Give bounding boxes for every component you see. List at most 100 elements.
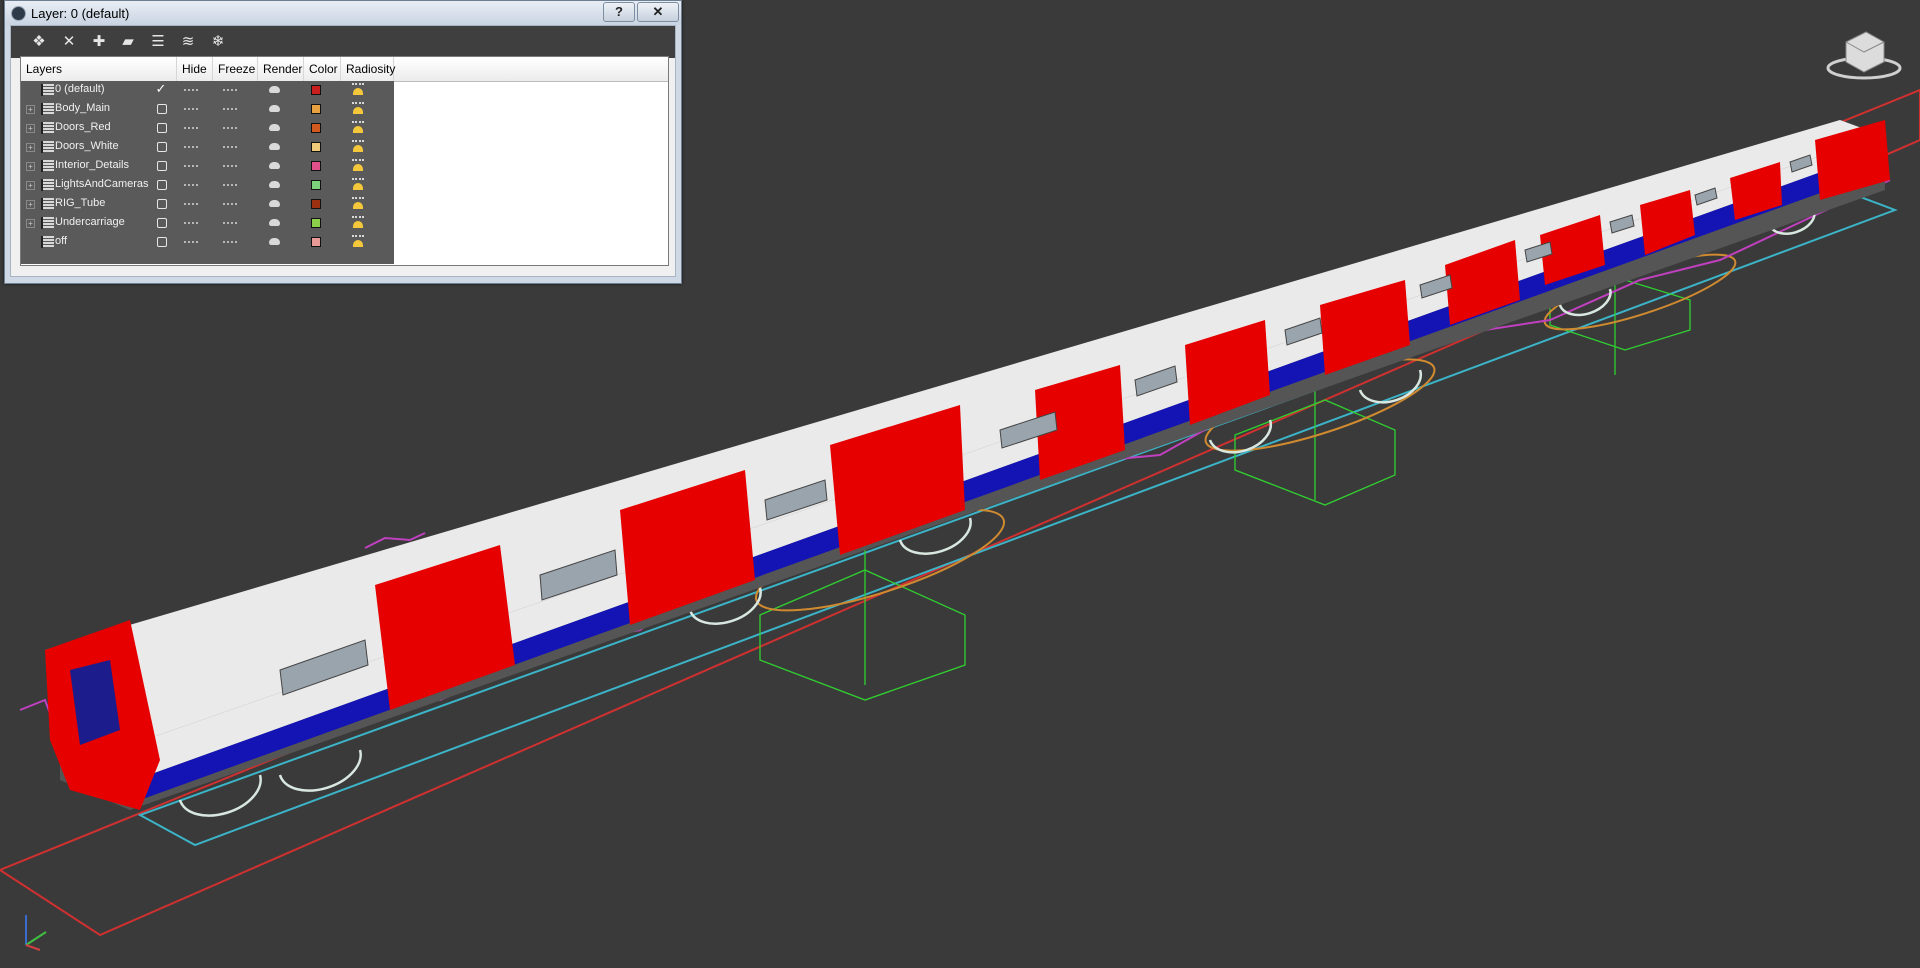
layer-row[interactable]: + RIG_Tube (21, 195, 394, 214)
render-teapot-icon[interactable] (269, 105, 280, 112)
layer-name[interactable]: RIG_Tube (55, 197, 105, 209)
hide-toggle[interactable] (184, 241, 198, 243)
render-teapot-icon[interactable] (269, 143, 280, 150)
app-icon (11, 6, 26, 21)
render-teapot-icon[interactable] (269, 238, 280, 245)
current-layer-check-icon[interactable]: ✓ (154, 82, 168, 96)
color-swatch[interactable] (311, 161, 321, 171)
freeze-toggle[interactable] (223, 203, 237, 205)
hide-toggle[interactable] (184, 165, 198, 167)
color-swatch[interactable] (311, 104, 321, 114)
expand-icon[interactable]: + (26, 219, 35, 228)
hide-toggle[interactable] (184, 108, 198, 110)
render-teapot-icon[interactable] (269, 181, 280, 188)
column-radiosity[interactable]: Radiosity (341, 57, 395, 81)
current-layer-checkbox[interactable] (157, 218, 167, 228)
layer-row[interactable]: + Body_Main (21, 100, 394, 119)
freeze-toggle[interactable] (223, 89, 237, 91)
hide-toggle[interactable] (184, 146, 198, 148)
color-swatch[interactable] (311, 218, 321, 228)
color-swatch[interactable] (311, 237, 321, 247)
color-swatch[interactable] (311, 199, 321, 209)
radiosity-bulb-icon[interactable] (351, 234, 365, 249)
hide-toggle[interactable] (184, 89, 198, 91)
freeze-toggle[interactable] (223, 184, 237, 186)
radiosity-bulb-icon[interactable] (351, 158, 365, 173)
select-layer-icon[interactable]: ☰ (149, 33, 167, 51)
freeze-toggle[interactable] (223, 222, 237, 224)
layer-manager-dialog: Layer: 0 (default) ? ✕ ❖ ✕ ✚ ▰ ☰ ≋ ❄ Lay… (4, 0, 682, 284)
layer-name[interactable]: Doors_White (55, 140, 119, 152)
layer-row[interactable]: + LightsAndCameras (21, 176, 394, 195)
viewcube[interactable] (1826, 31, 1902, 80)
render-teapot-icon[interactable] (269, 200, 280, 207)
column-hide[interactable]: Hide (177, 57, 213, 81)
new-layer-icon[interactable]: ❖ (30, 33, 48, 51)
expand-icon[interactable]: + (26, 124, 35, 133)
layer-name[interactable]: 0 (default) (55, 83, 105, 95)
layer-row[interactable]: + Doors_Red (21, 119, 394, 138)
freeze-toggle[interactable] (223, 165, 237, 167)
add-to-layer-icon[interactable]: ✚ (90, 33, 108, 51)
radiosity-bulb-icon[interactable] (351, 101, 365, 116)
current-layer-checkbox[interactable] (157, 123, 167, 133)
expand-icon[interactable]: + (26, 143, 35, 152)
freeze-toggle[interactable] (223, 108, 237, 110)
layer-row[interactable]: 0 (default) ✓ (21, 81, 394, 100)
hide-all-icon[interactable]: ≋ (179, 33, 197, 51)
render-teapot-icon[interactable] (269, 124, 280, 131)
layer-name[interactable]: Doors_Red (55, 121, 111, 133)
current-layer-checkbox[interactable] (157, 161, 167, 171)
current-layer-checkbox[interactable] (157, 142, 167, 152)
layer-name[interactable]: off (55, 235, 67, 247)
dialog-titlebar[interactable]: Layer: 0 (default) ? ✕ (5, 1, 681, 25)
expand-icon[interactable]: + (26, 181, 35, 190)
layer-row[interactable]: + Interior_Details (21, 157, 394, 176)
freeze-all-icon[interactable]: ❄ (209, 33, 227, 51)
column-color[interactable]: Color (304, 57, 341, 81)
freeze-toggle[interactable] (223, 241, 237, 243)
help-button[interactable]: ? (603, 2, 635, 22)
close-button[interactable]: ✕ (637, 2, 679, 22)
select-objects-icon[interactable]: ▰ (119, 33, 137, 51)
layer-row[interactable]: off (21, 233, 394, 252)
radiosity-bulb-icon[interactable] (351, 177, 365, 192)
hide-toggle[interactable] (184, 184, 198, 186)
radiosity-bulb-icon[interactable] (351, 120, 365, 135)
hide-toggle[interactable] (184, 127, 198, 129)
color-swatch[interactable] (311, 85, 321, 95)
radiosity-bulb-icon[interactable] (351, 215, 365, 230)
layer-list[interactable]: Layers Hide Freeze Render Color Radiosit… (20, 56, 669, 266)
color-swatch[interactable] (311, 180, 321, 190)
layer-name[interactable]: Body_Main (55, 102, 110, 114)
layer-name[interactable]: LightsAndCameras (55, 178, 149, 190)
layer-icon (41, 141, 54, 153)
render-teapot-icon[interactable] (269, 162, 280, 169)
hide-toggle[interactable] (184, 203, 198, 205)
layer-row[interactable]: + Doors_White (21, 138, 394, 157)
current-layer-checkbox[interactable] (157, 237, 167, 247)
radiosity-bulb-icon[interactable] (351, 82, 365, 97)
layer-row[interactable]: + Undercarriage (21, 214, 394, 233)
layer-name[interactable]: Undercarriage (55, 216, 125, 228)
radiosity-bulb-icon[interactable] (351, 139, 365, 154)
expand-icon[interactable]: + (26, 162, 35, 171)
layer-name[interactable]: Interior_Details (55, 159, 129, 171)
current-layer-checkbox[interactable] (157, 104, 167, 114)
render-teapot-icon[interactable] (269, 219, 280, 226)
column-layers[interactable]: Layers (21, 57, 177, 81)
render-teapot-icon[interactable] (269, 86, 280, 93)
color-swatch[interactable] (311, 142, 321, 152)
freeze-toggle[interactable] (223, 146, 237, 148)
hide-toggle[interactable] (184, 222, 198, 224)
expand-icon[interactable]: + (26, 105, 35, 114)
expand-icon[interactable]: + (26, 200, 35, 209)
column-render[interactable]: Render (258, 57, 304, 81)
current-layer-checkbox[interactable] (157, 199, 167, 209)
column-freeze[interactable]: Freeze (213, 57, 258, 81)
radiosity-bulb-icon[interactable] (351, 196, 365, 211)
color-swatch[interactable] (311, 123, 321, 133)
delete-layer-icon[interactable]: ✕ (60, 33, 78, 51)
current-layer-checkbox[interactable] (157, 180, 167, 190)
freeze-toggle[interactable] (223, 127, 237, 129)
